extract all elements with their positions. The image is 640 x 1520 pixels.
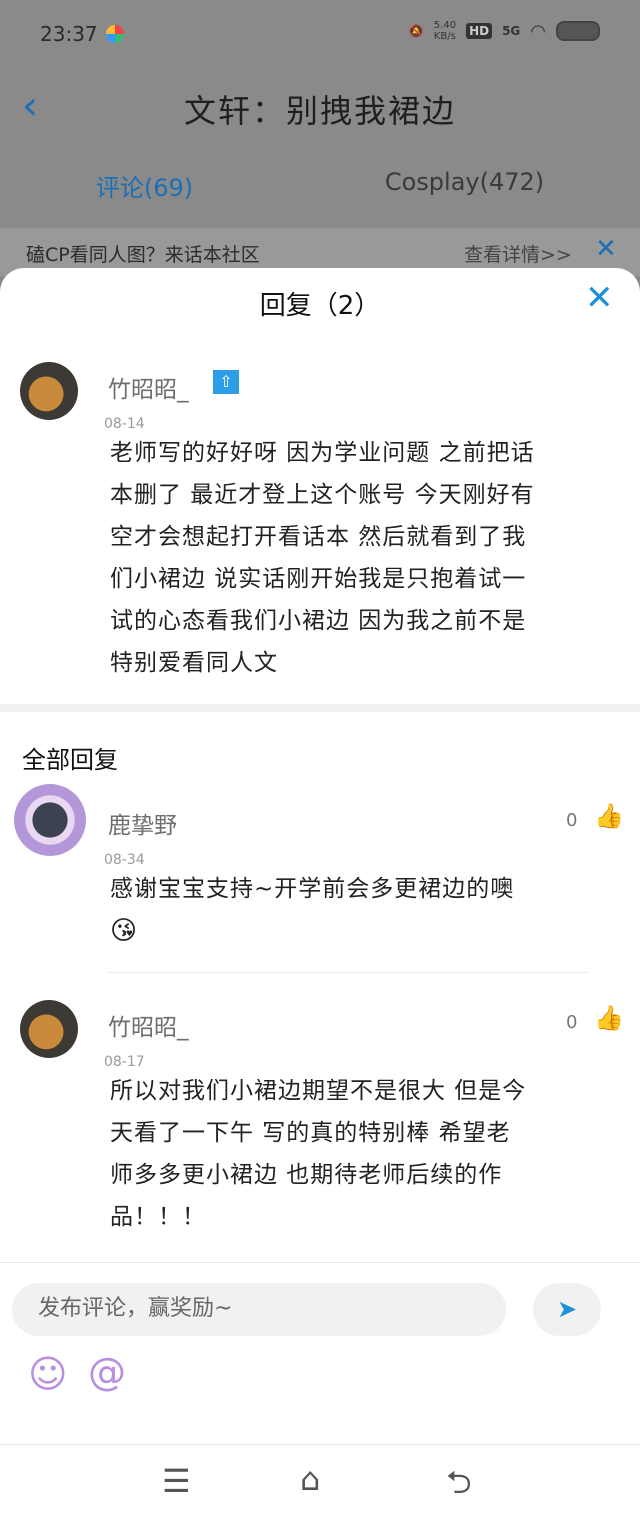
send-icon: ➤	[556, 1295, 578, 1323]
reply-body: 感谢宝宝支持~开学前会多更裙边的噢 😘	[110, 868, 630, 952]
wifi-icon: ◠	[530, 20, 546, 42]
signal-icon: 5G	[502, 24, 521, 38]
reply-line: 天看了一下午 写的真的特别棒 希望老	[110, 1120, 511, 1146]
send-button[interactable]: ➤	[533, 1283, 601, 1336]
page-title: 文轩：别拽我裙边	[183, 92, 456, 130]
reply-line: 感谢宝宝支持~开学前会多更裙边的噢	[110, 876, 515, 902]
battery-icon	[556, 21, 600, 41]
home-icon[interactable]: ⌂	[300, 1460, 320, 1498]
avatar[interactable]	[20, 362, 78, 420]
menu-icon[interactable]: ☰	[162, 1462, 191, 1500]
kiss-emoji-icon: 😘	[110, 916, 139, 946]
section-divider	[0, 704, 640, 712]
reply-divider	[108, 972, 588, 973]
comment-line: 特别爱看同人文	[110, 650, 278, 676]
reply-line: 所以对我们小裙边期望不是很大 但是今	[110, 1078, 527, 1104]
thumbs-up-icon[interactable]: 👍	[594, 802, 624, 830]
mute-icon: 🔕	[408, 24, 424, 38]
avatar[interactable]	[14, 784, 86, 856]
reply-username[interactable]: 竹昭昭_	[108, 1008, 189, 1042]
app-logo-icon	[106, 25, 124, 43]
tab-bar: 评论(69) Cosplay(472)	[0, 168, 640, 203]
reply-line: 品！！！	[110, 1204, 206, 1230]
banner-close-icon[interactable]: ✕	[595, 234, 617, 264]
status-time: 23:37	[40, 22, 98, 46]
tab-cosplay[interactable]: Cosplay(472)	[385, 168, 544, 203]
reply-body: 所以对我们小裙边期望不是很大 但是今 天看了一下午 写的真的特别棒 希望老 师多…	[110, 1070, 630, 1238]
avatar[interactable]	[20, 1000, 78, 1058]
comment-line: 们小裙边 说实话刚开始我是只抱着试一	[110, 566, 527, 592]
reply-date: 08-17	[104, 1054, 145, 1070]
comment-line: 空才会想起打开看话本 然后就看到了我	[110, 524, 527, 550]
net-speed: 5.40 KB/s	[434, 20, 456, 42]
like-count: 0	[566, 1012, 578, 1033]
tab-comments[interactable]: 评论(69)	[96, 168, 193, 203]
thumbs-up-icon[interactable]: 👍	[594, 1004, 624, 1032]
comment-username[interactable]: 竹昭昭_	[108, 370, 189, 404]
comment-input[interactable]	[36, 1295, 480, 1322]
like-count: 0	[566, 810, 578, 831]
net-speed-value: 5.40	[433, 20, 457, 31]
comment-line: 本删了 最近才登上这个账号 今天刚好有	[110, 482, 535, 508]
status-icons: 🔕 5.40 KB/s HD 5G ◠	[409, 20, 600, 42]
smile-icon[interactable]: ☺	[28, 1352, 68, 1396]
comment-line: 试的心态看我们小裙边 因为我之前不是	[110, 608, 527, 634]
banner-details-link[interactable]: 查看详情>>	[464, 240, 572, 267]
reply-date: 08-34	[104, 852, 145, 868]
back-icon[interactable]: ⮌	[446, 1460, 472, 1514]
sheet-title: 回复（2）	[259, 291, 381, 321]
reply-line: 师多多更小裙边 也期待老师后续的作	[110, 1162, 503, 1188]
reply-username[interactable]: 鹿挚野	[108, 806, 177, 840]
comment-input-wrapper	[12, 1283, 506, 1336]
comment-body: 老师写的好好呀 因为学业问题 之前把话 本删了 最近才登上这个账号 今天刚好有 …	[110, 432, 630, 684]
at-icon[interactable]: @	[88, 1350, 126, 1394]
comment-date: 08-14	[104, 416, 145, 432]
comment-line: 老师写的好好呀 因为学业问题 之前把话	[110, 440, 535, 466]
banner-text: 磕CP看同人图？来话本社区	[26, 244, 260, 266]
hd-icon: HD	[466, 23, 493, 39]
section-title: 全部回复	[22, 746, 118, 774]
sheet-close-icon[interactable]: ✕	[585, 278, 614, 318]
net-speed-unit: KB/s	[433, 31, 456, 42]
author-badge-icon: ⇧	[213, 370, 239, 394]
